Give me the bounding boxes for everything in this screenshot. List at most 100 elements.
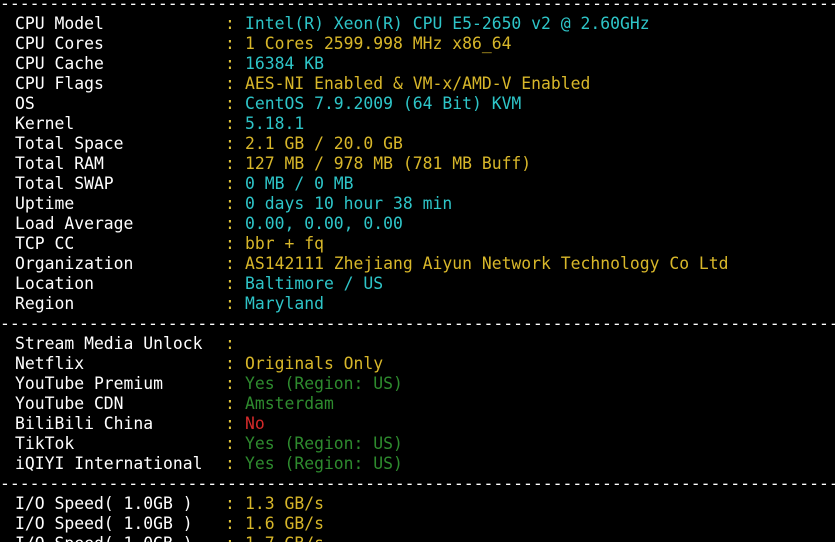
- row-value: 1.3 GB/s: [245, 494, 324, 513]
- row-colon: :: [225, 334, 235, 353]
- row-label: BiliBili China: [15, 414, 154, 433]
- row-value: CentOS 7.9.2009 (64 Bit) KVM: [245, 94, 522, 113]
- row-value: 1 Cores 2599.998 MHz x86_64: [245, 34, 512, 53]
- row-colon: :: [225, 134, 235, 153]
- row-value: bbr + fq: [245, 234, 324, 253]
- info-row-cpu-cores: CPU Cores:1 Cores 2599.998 MHz x86_64: [15, 34, 511, 54]
- row-colon: :: [225, 154, 235, 173]
- row-value: 16384 KB: [245, 54, 324, 73]
- info-row-organization: Organization: AS142111 Zhejiang Aiyun Net…: [15, 254, 729, 274]
- row-label: Organization: [15, 254, 134, 273]
- row-label: Total SWAP: [15, 174, 114, 193]
- row-label: CPU Flags: [15, 74, 104, 93]
- row-label: Total RAM: [15, 154, 104, 173]
- media-row-youtube-cdn: YouTube CDN: Amsterdam: [15, 394, 334, 414]
- row-label: iQIYI International: [15, 454, 203, 473]
- row-value: 5.18.1: [245, 114, 305, 133]
- row-colon: :: [225, 354, 235, 373]
- row-colon: :: [225, 174, 235, 193]
- row-colon: :: [225, 194, 235, 213]
- row-value: No: [245, 414, 265, 433]
- row-colon: :: [225, 14, 235, 33]
- info-row-cpu-model: CPU Model: Intel(R) Xeon(R) CPU E5-2650 v…: [15, 14, 650, 34]
- row-label: Netflix: [15, 354, 85, 373]
- media-row-youtube-premium: YouTube Premium: Yes (Region: US): [15, 374, 403, 394]
- row-label: CPU Cores: [15, 34, 104, 53]
- row-value: Yes (Region: US): [245, 454, 403, 473]
- separator-line: ----------------------------------------…: [0, 314, 835, 333]
- row-value: 0.00, 0.00, 0.00: [245, 214, 403, 233]
- media-row-iqiyi: iQIYI International: Yes (Region: US): [15, 454, 403, 474]
- row-colon: :: [225, 434, 235, 453]
- row-label: OS: [15, 94, 35, 113]
- row-label: CPU Cache: [15, 54, 104, 73]
- media-row-tiktok: TikTok: Yes (Region: US): [15, 434, 403, 454]
- row-colon: :: [225, 374, 235, 393]
- row-colon: :: [225, 34, 235, 53]
- row-label: I/O Speed( 1.0GB ): [15, 494, 193, 513]
- row-label: YouTube CDN: [15, 394, 124, 413]
- info-row-location: Location: Baltimore / US: [15, 274, 383, 294]
- info-row-os: OS: CentOS 7.9.2009 (64 Bit) KVM: [15, 94, 521, 114]
- row-value: 1.6 GB/s: [245, 514, 324, 533]
- row-value: Intel(R) Xeon(R) CPU E5-2650 v2 @ 2.60GH…: [245, 14, 650, 33]
- row-colon: :: [225, 214, 235, 233]
- row-colon: :: [225, 274, 235, 293]
- io-row: I/O Speed( 1.0GB ): 1.7 GB/s: [15, 534, 324, 542]
- row-label: Total Space: [15, 134, 124, 153]
- row-value: 127 MB / 978 MB (781 MB Buff): [245, 154, 532, 173]
- row-label: Uptime: [15, 194, 75, 213]
- info-row-total-space: Total Space:2.1 GB / 20.0 GB: [15, 134, 403, 154]
- io-row: I/O Speed( 1.0GB ):1.6 GB/s: [15, 514, 324, 534]
- row-value: Yes (Region: US): [245, 374, 403, 393]
- separator-line: ----------------------------------------…: [0, 0, 835, 13]
- row-value: Maryland: [245, 294, 324, 313]
- row-colon: :: [225, 454, 235, 473]
- row-label: YouTube Premium: [15, 374, 164, 393]
- row-colon: :: [225, 534, 235, 542]
- row-colon: :: [225, 414, 235, 433]
- row-colon: :: [225, 234, 235, 253]
- row-value: 0 days 10 hour 38 min: [245, 194, 453, 213]
- row-colon: :: [225, 74, 235, 93]
- info-row-uptime: Uptime:0 days 10 hour 38 min: [15, 194, 452, 214]
- row-value: 1.7 GB/s: [245, 534, 324, 542]
- row-colon: :: [225, 54, 235, 73]
- row-label: I/O Speed( 1.0GB ): [15, 514, 193, 533]
- row-value: Amsterdam: [245, 394, 334, 413]
- row-value: 0 MB / 0 MB: [245, 174, 354, 193]
- info-row-cpu-flags: CPU Flags: AES-NI Enabled & VM-x/AMD-V En…: [15, 74, 590, 94]
- row-colon: :: [225, 294, 235, 313]
- row-label: TCP CC: [15, 234, 75, 253]
- separator-line: ----------------------------------------…: [0, 474, 835, 493]
- row-label: CPU Model: [15, 14, 104, 33]
- io-row: I/O Speed( 1.0GB ):1.3 GB/s: [15, 494, 324, 514]
- row-label: I/O Speed( 1.0GB ): [15, 534, 193, 542]
- row-label: Location: [15, 274, 94, 293]
- info-row-load-average: Load Average:0.00, 0.00, 0.00: [15, 214, 403, 234]
- row-value: Originals Only: [245, 354, 384, 373]
- row-colon: :: [225, 254, 235, 273]
- row-value: Baltimore / US: [245, 274, 384, 293]
- terminal-window[interactable]: ----------------------------------------…: [0, 0, 835, 542]
- row-value: AES-NI Enabled & VM-x/AMD-V Enabled: [245, 74, 591, 93]
- media-row-header: Stream Media Unlock:: [15, 334, 235, 354]
- row-label: Stream Media Unlock: [15, 334, 203, 353]
- media-row-netflix: Netflix: Originals Only: [15, 354, 383, 374]
- row-value: Yes (Region: US): [245, 434, 403, 453]
- row-colon: :: [225, 114, 235, 133]
- info-row-region: Region: Maryland: [15, 294, 324, 314]
- info-row-total-swap: Total SWAP:0 MB / 0 MB: [15, 174, 354, 194]
- media-row-bilibili: BiliBili China: No: [15, 414, 265, 434]
- row-colon: :: [225, 394, 235, 413]
- row-value: 2.1 GB / 20.0 GB: [245, 134, 403, 153]
- row-label: TikTok: [15, 434, 75, 453]
- row-colon: :: [225, 494, 235, 513]
- row-label: Kernel: [15, 114, 75, 133]
- info-row-total-ram: Total RAM:127 MB / 978 MB (781 MB Buff): [15, 154, 531, 174]
- info-row-kernel: Kernel:5.18.1: [15, 114, 304, 134]
- info-row-tcp-cc: TCP CC: bbr + fq: [15, 234, 324, 254]
- info-row-cpu-cache: CPU Cache:16384 KB: [15, 54, 324, 74]
- row-value: AS142111 Zhejiang Aiyun Network Technolo…: [245, 254, 729, 273]
- row-colon: :: [225, 94, 235, 113]
